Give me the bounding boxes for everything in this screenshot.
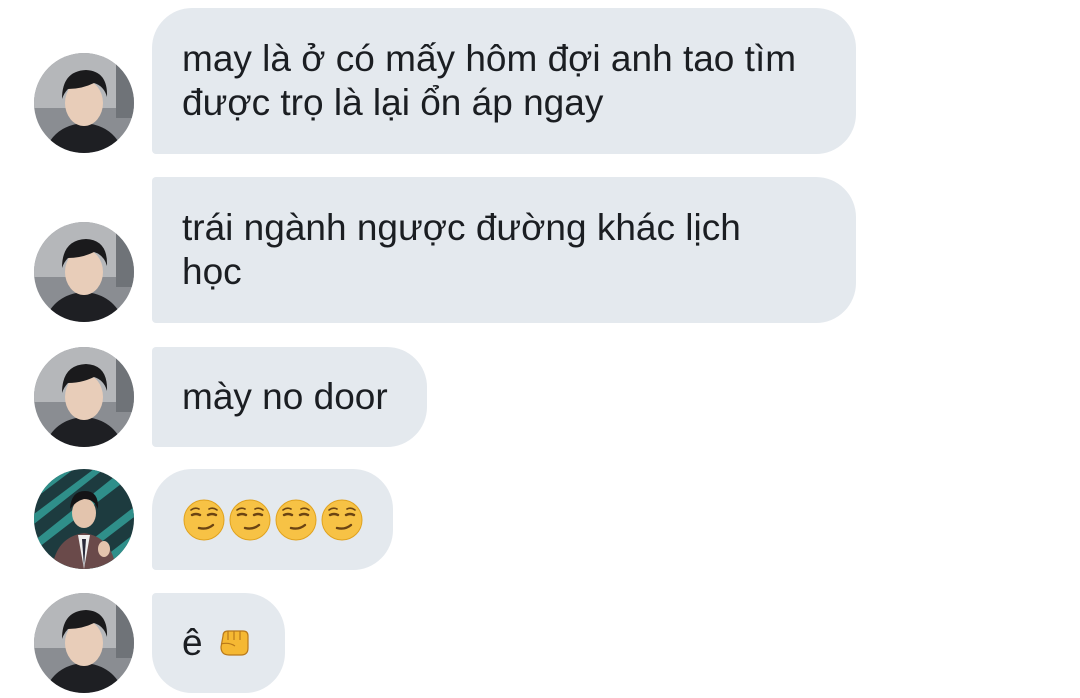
avatar[interactable] <box>34 469 134 569</box>
profile-photo-icon <box>34 469 134 569</box>
smirk-emoji-icon <box>321 499 363 540</box>
message-bubble[interactable]: mày no door <box>152 347 427 447</box>
message-bubble[interactable]: trái ngành ngược đường khác lịch học <box>152 177 856 323</box>
emoji-message <box>182 498 364 542</box>
smirk-emoji-icon <box>183 499 225 540</box>
avatar[interactable] <box>34 347 134 447</box>
message-text: may là ở có mấy hôm đợi anh tao tìm được… <box>182 38 797 123</box>
message-bubble[interactable]: may là ở có mấy hôm đợi anh tao tìm được… <box>152 8 856 154</box>
fist-emoji <box>203 628 251 658</box>
message-bubble[interactable]: ê <box>152 593 285 693</box>
smirk-emoji-icon <box>275 499 317 540</box>
message-thread: may là ở có mấy hôm đợi anh tao tìm được… <box>0 0 1080 698</box>
profile-photo-icon <box>34 593 134 693</box>
message-text: ê <box>182 622 203 663</box>
profile-photo-icon <box>34 347 134 447</box>
fist-emoji-icon <box>219 630 249 656</box>
message-text: trái ngành ngược đường khác lịch học <box>182 207 741 292</box>
profile-photo-icon <box>34 222 134 322</box>
avatar[interactable] <box>34 222 134 322</box>
message-text: mày no door <box>182 376 388 417</box>
message-content: ê <box>182 621 251 665</box>
avatar[interactable] <box>34 593 134 693</box>
message-bubble[interactable] <box>152 469 393 570</box>
smirk-emoji-icon <box>229 499 271 540</box>
avatar[interactable] <box>34 53 134 153</box>
profile-photo-icon <box>34 53 134 153</box>
